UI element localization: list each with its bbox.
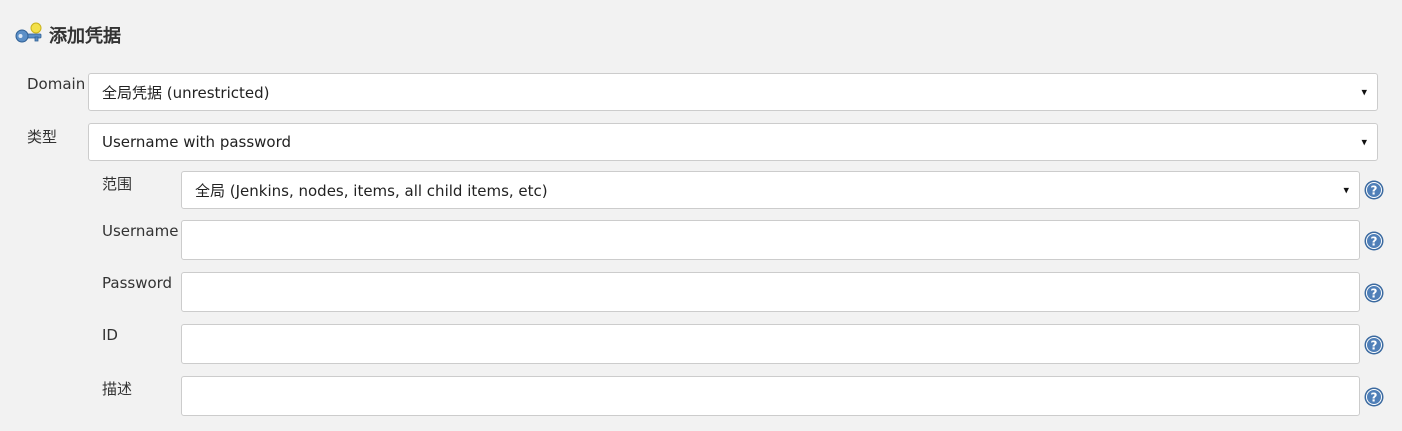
id-input[interactable] [181, 324, 1360, 364]
svg-text:?: ? [1371, 287, 1378, 301]
domain-select[interactable]: 全局凭据 (unrestricted) ▾ [88, 73, 1378, 111]
svg-text:?: ? [1371, 235, 1378, 249]
page-title: 添加凭据 [49, 26, 121, 47]
domain-label: Domain [27, 75, 86, 93]
svg-text:?: ? [1371, 339, 1378, 353]
scope-help-icon[interactable]: ? [1364, 180, 1384, 200]
kind-selected-value: Username with password [102, 133, 292, 151]
domain-selected-value: 全局凭据 (unrestricted) [102, 83, 270, 102]
password-label: Password [102, 274, 173, 292]
description-label: 描述 [102, 380, 133, 398]
scope-selected-value: 全局 (Jenkins, nodes, items, all child ite… [195, 181, 548, 200]
chevron-down-icon: ▾ [1343, 183, 1349, 197]
chevron-down-icon: ▾ [1361, 135, 1367, 149]
id-label: ID [102, 326, 118, 344]
scope-select[interactable]: 全局 (Jenkins, nodes, items, all child ite… [181, 171, 1360, 209]
description-input[interactable] [181, 376, 1360, 416]
description-help-icon[interactable]: ? [1364, 387, 1384, 407]
chevron-down-icon: ▾ [1361, 85, 1367, 99]
credentials-key-icon [14, 22, 44, 48]
svg-text:?: ? [1371, 391, 1378, 405]
kind-label: 类型 [27, 128, 58, 146]
password-input[interactable] [181, 272, 1360, 312]
password-help-icon[interactable]: ? [1364, 283, 1384, 303]
kind-select[interactable]: Username with password ▾ [88, 123, 1378, 161]
scope-label: 范围 [102, 175, 133, 193]
username-help-icon[interactable]: ? [1364, 231, 1384, 251]
page-header: 添加凭据 [14, 20, 121, 50]
add-credentials-page: 添加凭据 Domain 全局凭据 (unrestricted) ▾ 类型 Use… [0, 0, 1402, 431]
username-input[interactable] [181, 220, 1360, 260]
username-label: Username [102, 222, 179, 240]
svg-text:?: ? [1371, 184, 1378, 198]
id-help-icon[interactable]: ? [1364, 335, 1384, 355]
